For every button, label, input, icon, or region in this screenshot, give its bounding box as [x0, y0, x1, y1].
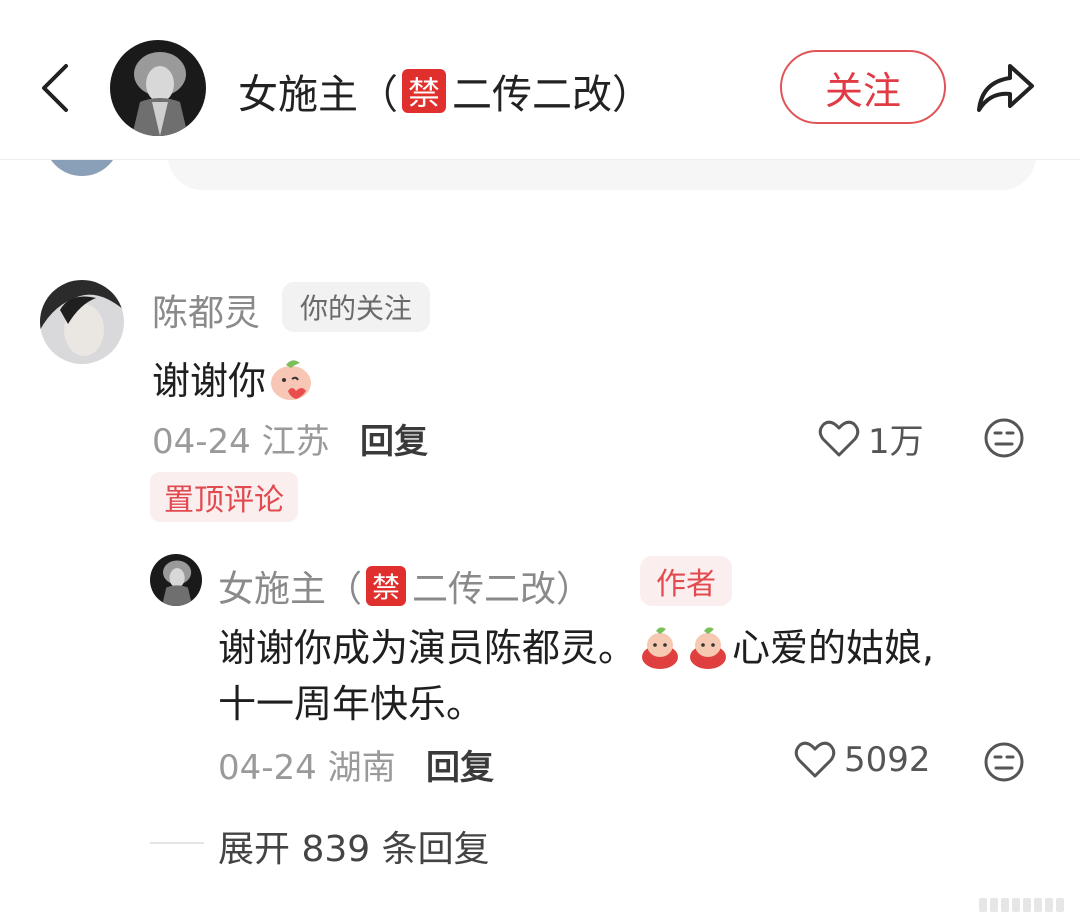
- neutral-face-icon: [984, 418, 1024, 458]
- comment-like-count: 1万: [868, 422, 924, 462]
- title-suffix: 二传二改）: [452, 72, 652, 118]
- reply-like-button[interactable]: 5092: [794, 740, 931, 780]
- follow-button[interactable]: 关注: [780, 50, 946, 124]
- commenter-name[interactable]: 陈都灵: [152, 284, 260, 336]
- expand-divider: [150, 842, 204, 844]
- chevron-left-icon: [42, 64, 68, 112]
- heart-icon: [794, 741, 836, 778]
- ban-badge: 禁: [402, 69, 446, 113]
- reply-author-suffix: 二传二改）: [412, 569, 593, 610]
- comment-like-button[interactable]: 1万: [818, 414, 924, 463]
- comment-react-button[interactable]: [982, 416, 1026, 460]
- watermark-dots: [979, 898, 1064, 912]
- reply-text-part-a: 谢谢你成为演员陈都灵。: [218, 626, 637, 670]
- comment-reply-button[interactable]: 回复: [360, 414, 428, 463]
- red-bean-emoji-icon: [642, 627, 679, 669]
- top-bar: 女施主（ 禁 二传二改） 关注: [0, 0, 1080, 160]
- reply-reply-button[interactable]: 回复: [426, 740, 494, 789]
- commenter-avatar[interactable]: [40, 280, 124, 364]
- share-arrow-icon: [977, 64, 1034, 112]
- comment-meta: 04-24 江苏: [152, 414, 330, 463]
- reply-meta: 04-24 湖南: [218, 740, 396, 789]
- comment-date: 04-24: [152, 422, 251, 462]
- reply-date: 04-24: [218, 748, 317, 788]
- ban-badge: 禁: [366, 566, 407, 606]
- pinned-comment-tag: 置顶评论: [150, 472, 298, 522]
- following-tag: 你的关注: [282, 282, 431, 332]
- reply-text: 谢谢你成为演员陈都灵。 心爱的姑娘, 十一周年快乐。: [218, 620, 1018, 732]
- heart-icon: [818, 420, 860, 456]
- reply-text-line-2: 十一周年快乐。: [218, 682, 485, 726]
- reply-react-button[interactable]: [982, 740, 1026, 784]
- back-button[interactable]: [30, 58, 80, 118]
- reply-location: 湖南: [327, 748, 396, 788]
- reply-author-name[interactable]: 女施主（ 禁 二传二改）: [218, 560, 592, 612]
- page-title: 女施主（ 禁 二传二改）: [238, 62, 652, 120]
- neutral-face-icon: [984, 742, 1024, 782]
- red-bean-emoji-icon: [690, 627, 727, 669]
- reply-author-prefix: 女施主（: [218, 569, 363, 610]
- reply-text-part-b: 心爱的姑娘,: [732, 626, 935, 670]
- author-tag: 作者: [640, 556, 732, 606]
- expand-replies-button[interactable]: 展开 839 条回复: [218, 820, 490, 872]
- comment-text: 谢谢你: [152, 350, 316, 405]
- share-button[interactable]: [970, 52, 1040, 122]
- reply-author-avatar[interactable]: [150, 554, 202, 606]
- author-avatar[interactable]: [110, 40, 206, 136]
- title-prefix: 女施主（: [238, 72, 398, 118]
- reply-like-count: 5092: [844, 740, 931, 780]
- peach-kiss-emoji-icon: [271, 359, 312, 400]
- comment-location: 江苏: [261, 422, 330, 462]
- comment-text-body: 谢谢你: [152, 359, 267, 403]
- reply-text-line-1: 谢谢你成为演员陈都灵。 心爱的姑娘,: [218, 620, 1018, 676]
